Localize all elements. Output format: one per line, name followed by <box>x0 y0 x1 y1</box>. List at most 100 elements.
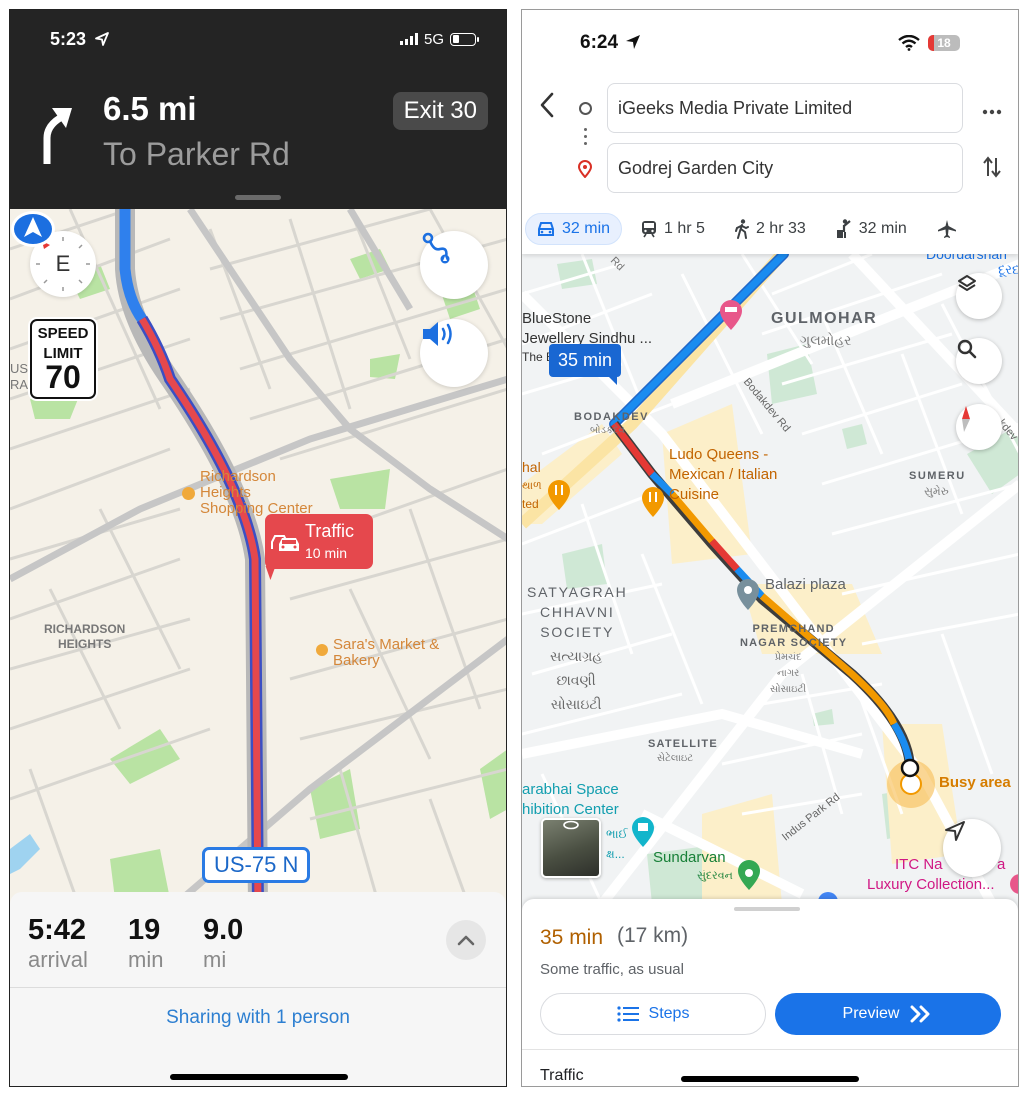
search-along-route-button[interactable] <box>956 338 1002 384</box>
poi-saras-line1: Sara's Market & <box>333 636 440 653</box>
label-bodakdev: BODAKDEV <box>574 411 649 423</box>
expand-card-button[interactable] <box>446 920 486 960</box>
speed-limit-value: 70 <box>45 359 81 395</box>
label-satellite-guj: સેટેલાઇટ <box>657 753 694 764</box>
preview-button[interactable]: Preview <box>775 993 1001 1035</box>
label-premchand: PREMCHAND NAGAR SOCIETY <box>740 623 848 649</box>
directions-header: 6:24 18 iGeeks Media Private Limited God… <box>522 10 1018 254</box>
poi-itc-line2[interactable]: Luxury Collection... <box>867 876 995 893</box>
car-icon <box>538 222 554 236</box>
location-arrow-icon <box>95 31 109 46</box>
road-shield: US-75 N <box>202 847 311 883</box>
signal-icon <box>399 33 418 45</box>
poi-shopping-center[interactable]: Richardson Heights Shopping Center <box>182 469 313 517</box>
label-satellite: SATELLITE <box>648 738 718 750</box>
navigation-banner[interactable]: 5:23 5G 6.5 mi To Parker Rd Exit 30 <box>10 10 506 209</box>
battery-icon: 18 <box>928 35 960 51</box>
minutes-value: 19 <box>128 914 161 946</box>
destination-pin-icon <box>578 160 592 178</box>
mode-tab-drive[interactable]: 32 min <box>525 213 623 245</box>
label-sumeru-guj: સુમેરુ <box>924 486 949 498</box>
map-view[interactable]: Doordarshan દૂરદ Rd BlueStone Jewellery … <box>522 246 1019 904</box>
cart-icon <box>316 644 328 656</box>
navigation-arrow-icon <box>945 821 965 841</box>
poi-itc-line1[interactable]: ITC Na <box>895 856 943 873</box>
mode-tab-flight[interactable] <box>926 213 968 245</box>
poi-saras-market[interactable]: Sara's Market & Bakery <box>316 637 439 669</box>
destination-marker <box>900 758 920 778</box>
poi-balazi-plaza[interactable]: Balazi plaza <box>765 576 846 593</box>
map-roads <box>10 209 506 909</box>
water <box>10 834 40 874</box>
route-overview-button[interactable] <box>420 231 488 299</box>
speed-limit-sign: SPEED LIMIT 70 <box>30 319 96 399</box>
mode-tab-transit[interactable]: 1 hr 5 <box>630 213 716 245</box>
route-icon <box>422 232 450 264</box>
mode-tab-walk[interactable]: 2 hr 33 <box>724 213 817 245</box>
banner-grabber[interactable] <box>235 195 281 200</box>
miles-label: mi <box>203 947 227 972</box>
status-time: 6:24 <box>580 32 619 53</box>
status-time-group: 6:24 <box>580 32 641 54</box>
mode-transit-time: 1 hr 5 <box>664 220 705 237</box>
more-options-button[interactable] <box>982 98 1002 121</box>
speed-limit-line1: SPEED <box>37 325 89 342</box>
traffic-section-title: Traffic <box>540 1067 584 1084</box>
route-duration: 35 min <box>540 926 604 949</box>
mode-walk-time: 2 hr 33 <box>755 220 806 237</box>
destination-input[interactable]: Godrej Garden City <box>607 143 963 193</box>
swap-vertical-icon <box>983 156 1001 178</box>
sharing-eta-link[interactable]: Sharing with 1 person <box>10 1007 506 1029</box>
status-indicators: 5G <box>399 30 479 48</box>
compass-icon <box>962 406 970 432</box>
busy-area-label[interactable]: Busy area <box>939 774 1011 791</box>
minutes-label: min <box>128 947 164 972</box>
apple-maps-screen: 5:23 5G 6.5 mi To Parker Rd Exit 30 UST … <box>9 9 507 1087</box>
label-doordarshan-guj: દૂરદ <box>998 262 1019 277</box>
poi-ludo-queens[interactable]: Ludo Queens - Mexican / Italian Cuisine <box>669 445 777 505</box>
trip-summary-card[interactable]: 5:42 arrival 19 min 9.0 mi Sharing with … <box>10 892 506 1086</box>
compass-button[interactable] <box>956 404 1002 450</box>
transit-icon <box>642 221 657 238</box>
map-view[interactable]: UST RAI E SPEED LIMIT 70 Richardson Heig… <box>10 209 506 909</box>
recenter-button[interactable] <box>943 819 1001 877</box>
label-gulmohar-guj: ગુલમોહર <box>800 332 852 348</box>
traffic-callout[interactable]: Traffic 10 min <box>265 514 373 569</box>
maneuver-distance: 6.5 mi <box>103 90 197 127</box>
compass-heading: E <box>55 251 71 276</box>
audio-button[interactable] <box>420 319 488 387</box>
mode-tab-ride[interactable]: 32 min <box>825 213 918 245</box>
label-bodakdev-guj: બોડકદેવ <box>590 425 625 436</box>
origin-input[interactable]: iGeeks Media Private Limited <box>607 83 963 133</box>
cars-icon <box>271 535 299 551</box>
layers-button[interactable] <box>956 273 1002 319</box>
home-indicator[interactable] <box>170 1074 348 1080</box>
status-time: 5:23 <box>50 28 87 49</box>
maneuver-road: To Parker Rd <box>103 136 290 172</box>
route-distance: (17 km) <box>617 924 689 947</box>
traffic-callout-title: Traffic <box>305 521 355 541</box>
status-indicators: 18 <box>898 35 960 51</box>
back-button[interactable] <box>538 92 556 125</box>
route-eta-callout[interactable]: 35 min <box>549 344 622 385</box>
route-summary-sheet[interactable]: 35 min (17 km) Some traffic, as usual St… <box>522 899 1018 1086</box>
network-type: 5G <box>423 30 444 48</box>
travel-mode-tabs: 32 min 1 hr 5 2 hr 33 32 min <box>525 212 1018 246</box>
card-divider <box>10 987 506 988</box>
home-indicator[interactable] <box>681 1076 859 1082</box>
label-satyagrah: SATYAGRAH CHHAVNI SOCIETY <box>527 584 628 640</box>
double-chevron-right-icon <box>910 1005 930 1023</box>
restaurant-pin-icon-1 <box>642 487 664 517</box>
wifi-icon <box>898 35 920 51</box>
steps-button[interactable]: Steps <box>540 993 766 1035</box>
poi-sundarvan[interactable]: Sundarvan <box>653 849 726 866</box>
street-view-thumbnail[interactable] <box>541 818 601 878</box>
battery-icon <box>450 32 479 46</box>
arrival-time: 5:42 <box>28 914 87 946</box>
poi-shopping-line2: Heights <box>200 484 251 501</box>
chevron-left-icon <box>540 92 554 118</box>
swap-locations-button[interactable] <box>982 156 1002 184</box>
sheet-grabber[interactable] <box>734 907 800 911</box>
poi-sarabhai[interactable]: arabhai Space hibition Center <box>522 780 619 820</box>
ride-hail-icon <box>836 219 851 238</box>
